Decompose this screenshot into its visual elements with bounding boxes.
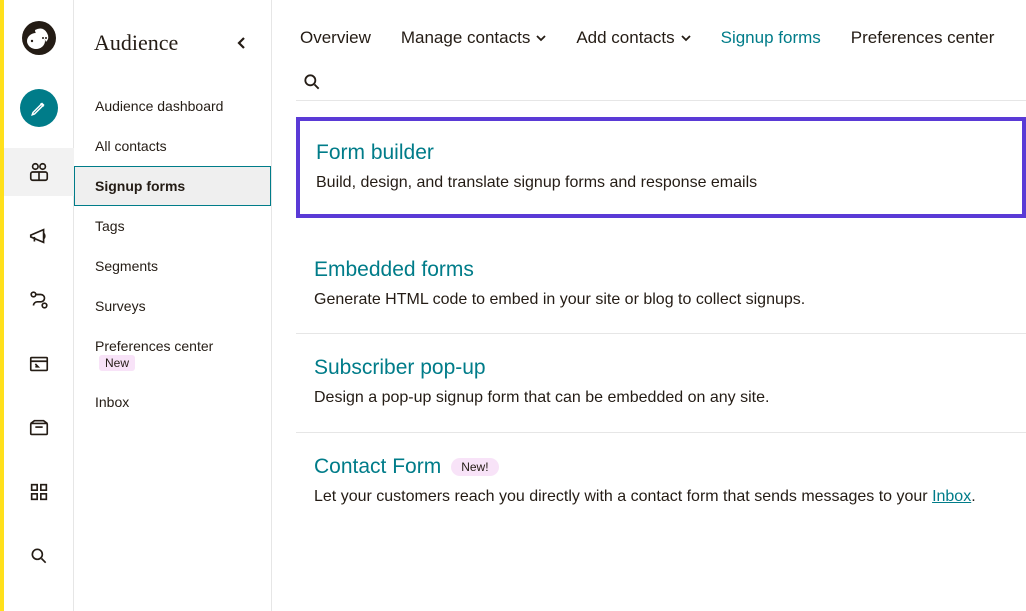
tab-overview[interactable]: Overview <box>300 28 371 48</box>
sidebar-item-segments[interactable]: Segments <box>74 246 271 286</box>
sidebar-item-label: All contacts <box>95 138 167 154</box>
tab-label: Add contacts <box>576 28 674 48</box>
card-form-builder[interactable]: Form builder Build, design, and translat… <box>296 117 1026 218</box>
search-icon <box>302 72 322 92</box>
rail-integrations[interactable] <box>4 468 74 516</box>
grid-icon <box>28 481 50 503</box>
rail-create[interactable] <box>4 84 74 132</box>
rail-website[interactable] <box>4 340 74 388</box>
sidebar-item-label: Inbox <box>95 394 129 410</box>
sidebar-item-audience-dashboard[interactable]: Audience dashboard <box>74 86 271 126</box>
card-desc-prefix: Let your customers reach you directly wi… <box>314 488 932 505</box>
search-row <box>296 72 1026 101</box>
tab-signup-forms[interactable]: Signup forms <box>721 28 821 48</box>
sidebar-item-tags[interactable]: Tags <box>74 206 271 246</box>
card-desc-suffix: . <box>971 488 975 505</box>
sidebar-menu: Audience dashboard All contacts Signup f… <box>74 86 271 422</box>
card-title: Embedded forms <box>314 258 1008 282</box>
chevron-down-icon <box>536 34 546 42</box>
sidebar-item-surveys[interactable]: Surveys <box>74 286 271 326</box>
tab-label: Signup forms <box>721 28 821 48</box>
card-title: Subscriber pop-up <box>314 356 1008 380</box>
card-title: Contact Form <box>314 455 441 479</box>
chevron-down-icon <box>681 34 691 42</box>
rail-campaigns[interactable] <box>4 212 74 260</box>
audience-icon <box>28 161 50 183</box>
sidebar-item-label: Audience dashboard <box>95 98 223 114</box>
sidebar-item-all-contacts[interactable]: All contacts <box>74 126 271 166</box>
sidebar-item-label: Tags <box>95 218 125 234</box>
rail-automations[interactable] <box>4 276 74 324</box>
sidebar-item-label: Preferences center <box>95 338 213 354</box>
window-icon <box>28 353 50 375</box>
sidebar-title: Audience <box>94 30 178 56</box>
megaphone-icon <box>28 225 50 247</box>
pencil-icon <box>30 99 48 117</box>
tab-manage-contacts[interactable]: Manage contacts <box>401 28 546 48</box>
sidebar-item-label: Surveys <box>95 298 146 314</box>
card-desc: Generate HTML code to embed in your site… <box>314 288 1008 311</box>
tab-label: Preferences center <box>851 28 995 48</box>
sidebar-item-label: Signup forms <box>95 178 185 194</box>
search-icon <box>29 546 49 566</box>
sidebar-item-signup-forms[interactable]: Signup forms <box>74 166 271 206</box>
content-icon <box>28 417 50 439</box>
sidebar-item-preferences-center[interactable]: Preferences center New <box>74 326 271 382</box>
card-contact-form[interactable]: Contact Form New! Let your customers rea… <box>296 433 1026 530</box>
card-title: Form builder <box>316 141 1006 165</box>
rail-content[interactable] <box>4 404 74 452</box>
card-subscriber-popup[interactable]: Subscriber pop-up Design a pop-up signup… <box>296 334 1026 432</box>
card-embedded-forms[interactable]: Embedded forms Generate HTML code to emb… <box>296 236 1026 334</box>
journey-icon <box>28 289 50 311</box>
card-desc: Build, design, and translate signup form… <box>316 171 1006 194</box>
freddie-icon <box>21 20 57 56</box>
card-list: Form builder Build, design, and translat… <box>296 117 1026 530</box>
new-badge: New! <box>451 458 498 476</box>
rail-search[interactable] <box>4 532 74 580</box>
mailchimp-logo[interactable] <box>19 18 59 58</box>
card-desc: Design a pop-up signup form that can be … <box>314 386 1008 409</box>
search-button[interactable] <box>302 72 322 92</box>
icon-rail <box>4 0 74 611</box>
tab-add-contacts[interactable]: Add contacts <box>576 28 690 48</box>
new-badge: New <box>99 355 135 371</box>
collapse-caret-icon[interactable] <box>237 36 251 50</box>
rail-audience[interactable] <box>4 148 74 196</box>
inbox-link[interactable]: Inbox <box>932 488 971 505</box>
tab-preferences-center[interactable]: Preferences center <box>851 28 995 48</box>
tab-label: Overview <box>300 28 371 48</box>
card-desc: Let your customers reach you directly wi… <box>314 485 1008 508</box>
sidebar-header: Audience <box>74 0 271 86</box>
sidebar-item-inbox[interactable]: Inbox <box>74 382 271 422</box>
sidebar: Audience Audience dashboard All contacts… <box>74 0 272 611</box>
sidebar-item-label: Segments <box>95 258 158 274</box>
main-content: Overview Manage contacts Add contacts Si… <box>296 0 1026 611</box>
tab-bar: Overview Manage contacts Add contacts Si… <box>296 28 1026 48</box>
tab-label: Manage contacts <box>401 28 530 48</box>
